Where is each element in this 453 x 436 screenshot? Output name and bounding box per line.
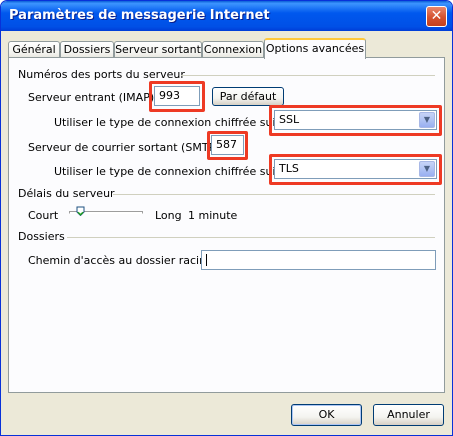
incoming-port-input[interactable]: 993 <box>154 86 200 106</box>
timeout-slider[interactable] <box>69 206 143 224</box>
dialog-window: Paramètres de messagerie Internet ✕ Géné… <box>0 0 453 436</box>
folders-group-label: Dossiers <box>18 230 65 243</box>
outgoing-encryption-value: TLS <box>279 162 299 175</box>
ports-group-divider <box>181 75 435 76</box>
chevron-down-icon[interactable]: ▼ <box>419 112 435 128</box>
tab-outgoing-server[interactable]: Serveur sortant <box>114 41 202 58</box>
tab-folders[interactable]: Dossiers <box>60 41 114 58</box>
incoming-server-label: Serveur entrant (IMAP) : <box>28 91 162 104</box>
root-path-label: Chemin d'accès au dossier racine : <box>28 254 221 267</box>
ok-button[interactable]: OK <box>291 404 362 426</box>
timeout-short-label: Court <box>28 209 59 222</box>
title-bar[interactable]: Paramètres de messagerie Internet ✕ <box>1 1 452 31</box>
outgoing-server-label: Serveur de courrier sortant (SMTP) : <box>28 141 227 154</box>
chevron-down-icon[interactable]: ▼ <box>419 161 435 177</box>
folders-group-divider <box>67 237 435 238</box>
timeouts-group-label: Délais du serveur <box>18 187 115 200</box>
timeouts-group-divider <box>113 194 435 195</box>
tab-general[interactable]: Général <box>8 41 60 58</box>
text-caret <box>206 254 207 266</box>
cancel-button[interactable]: Annuler <box>373 404 444 426</box>
tab-advanced-options[interactable]: Options avancées <box>264 38 366 59</box>
incoming-encryption-value: SSL <box>279 113 300 126</box>
timeout-value: 1 minute <box>188 209 238 222</box>
window-title: Paramètres de messagerie Internet <box>9 8 270 23</box>
default-ports-button[interactable]: Par défaut <box>212 87 284 106</box>
timeout-long-label: Long <box>155 209 182 222</box>
advanced-options-panel: Numéros des ports du serveur Serveur ent… <box>8 57 445 393</box>
incoming-encryption-select[interactable]: SSL ▼ <box>274 110 437 130</box>
outgoing-port-input[interactable]: 587 <box>211 135 244 155</box>
close-button[interactable]: ✕ <box>426 6 447 27</box>
tab-connection[interactable]: Connexion <box>202 41 264 58</box>
ports-group-label: Numéros des ports du serveur <box>18 68 185 81</box>
root-path-input[interactable] <box>201 250 436 270</box>
timeout-slider-thumb[interactable] <box>76 206 85 216</box>
close-icon: ✕ <box>430 8 443 24</box>
outgoing-encryption-select[interactable]: TLS ▼ <box>274 159 437 179</box>
